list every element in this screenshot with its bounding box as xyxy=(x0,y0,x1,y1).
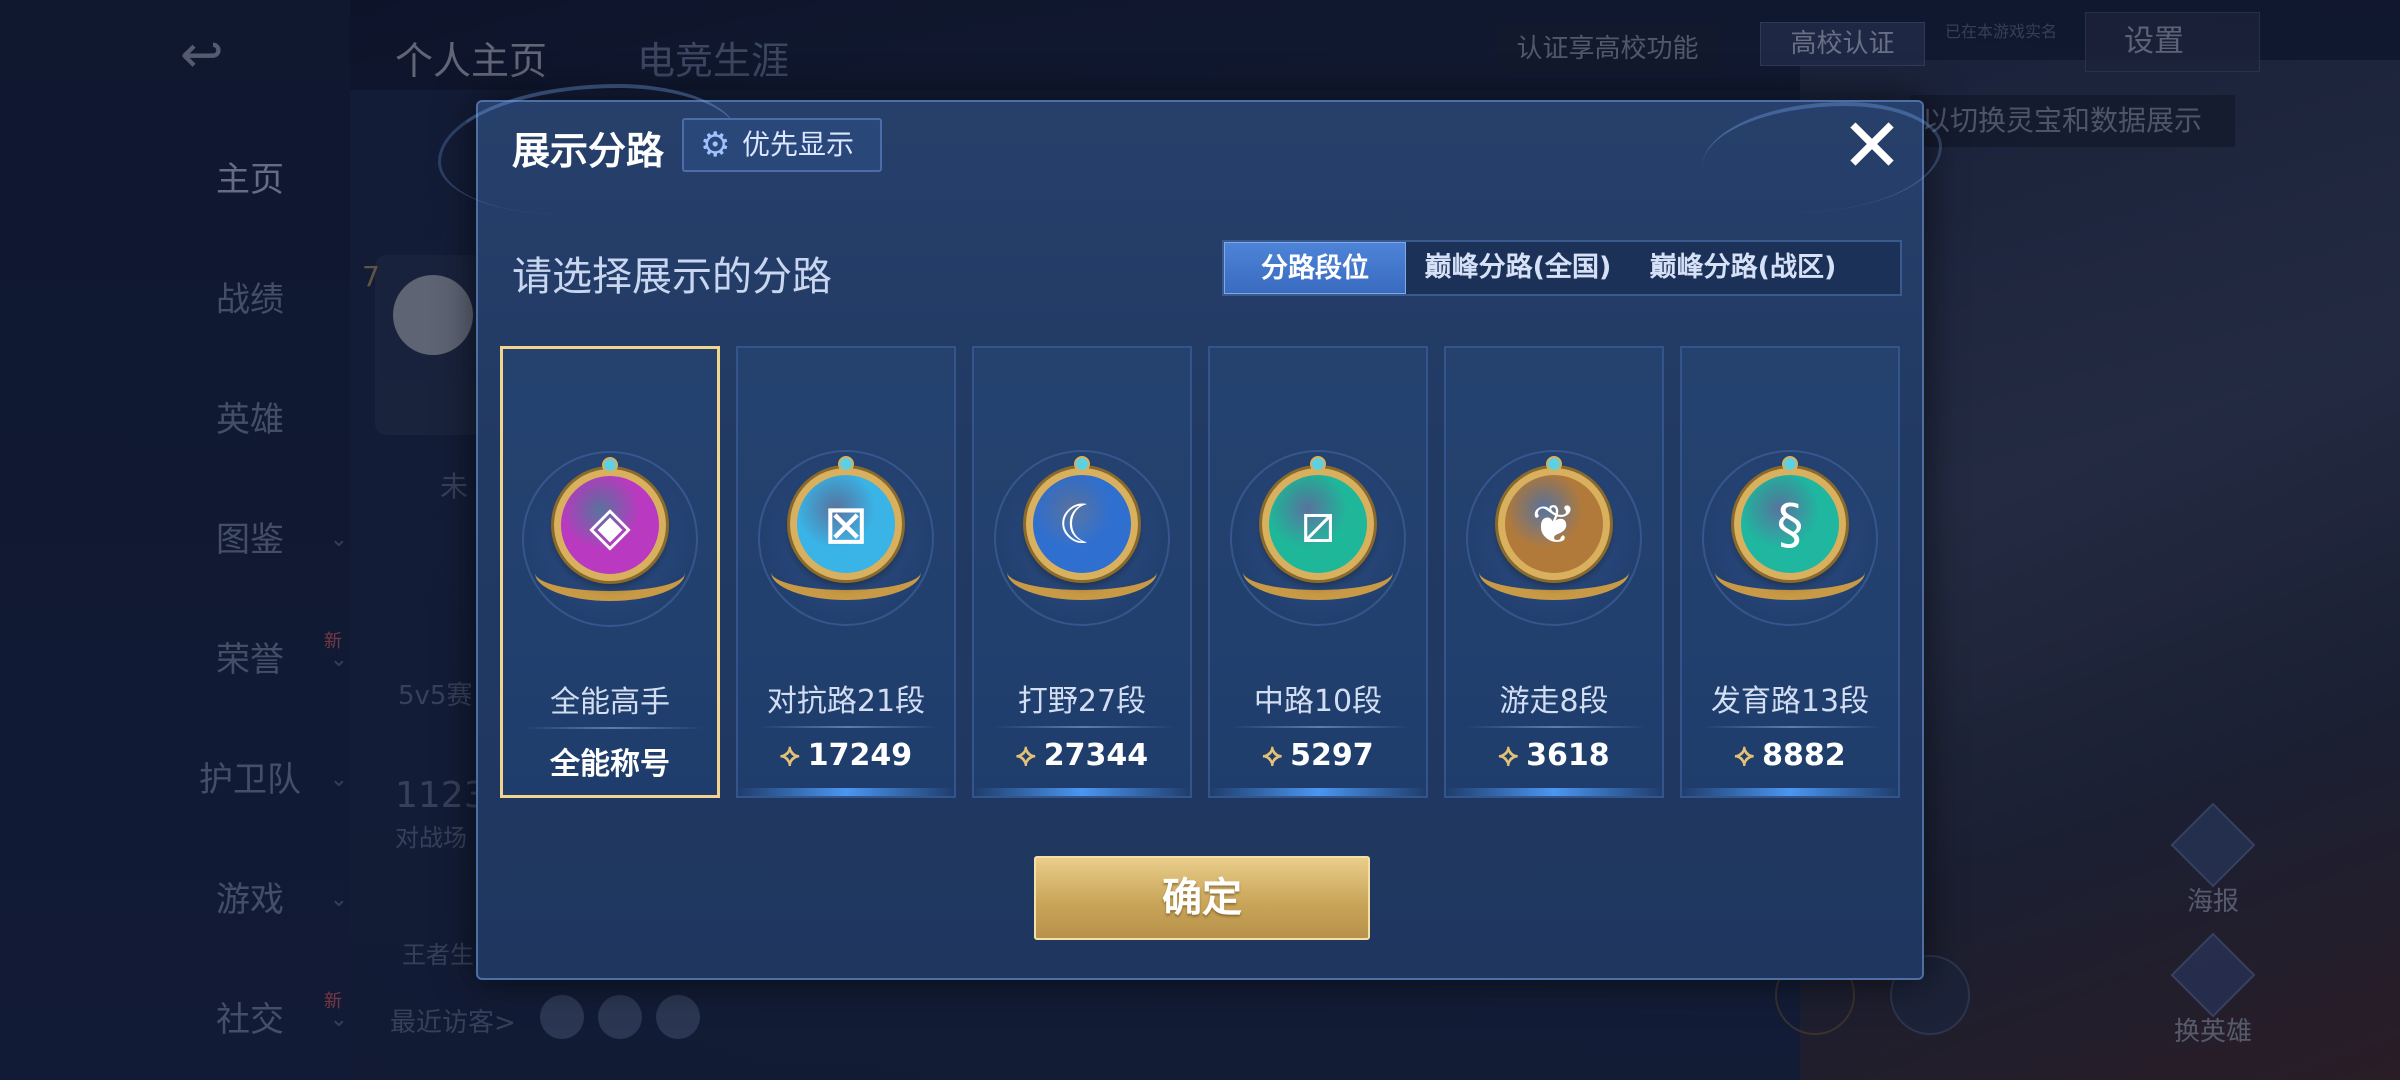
tab-lane-rank[interactable]: 分路段位 xyxy=(1224,242,1406,294)
lane-cards: ◈ 全能高手 全能称号 ⊠ 对抗路21段 ⟡ 17249 ☾ 打野27段 ⟡ 27344 ⧄ 中路10段… xyxy=(500,346,1906,798)
lane-card-value: ⟡ 3618 xyxy=(1446,738,1662,773)
lane-emblem-icon: ⊠ xyxy=(790,468,902,580)
dialog-title: 展示分路 xyxy=(512,129,665,173)
lane-card-value-text: 全能称号 xyxy=(550,747,670,782)
lane-card[interactable]: ◈ 全能高手全能称号 xyxy=(500,346,720,798)
lane-card-label: 全能高手 xyxy=(550,685,670,720)
emblem-gem xyxy=(1546,456,1562,472)
tab-peak-lane-region[interactable]: 巅峰分路(战区) xyxy=(1630,242,1856,294)
lane-card-label: 打野27段 xyxy=(1017,684,1147,719)
lane-emblem-icon: ◈ xyxy=(554,469,666,581)
priority-display-button[interactable]: ⚙ 优先显示 xyxy=(682,118,882,172)
lane-emblem-icon: ☾ xyxy=(1026,468,1138,580)
lane-type-tabs: 分路段位 巅峰分路(全国) 巅峰分路(战区) xyxy=(1222,240,1902,296)
lane-card-label: 对抗路21段 xyxy=(766,684,926,719)
rank-points-icon: ⟡ xyxy=(1498,738,1519,773)
lane-card-value: ⟡ 5297 xyxy=(1210,738,1426,773)
lane-emblem-icon: ❦ xyxy=(1498,468,1610,580)
divider xyxy=(758,726,938,728)
lane-emblem-icon: § xyxy=(1734,468,1846,580)
divider xyxy=(1466,726,1646,728)
lane-card-label: 发育路13段 xyxy=(1710,684,1870,719)
emblem-gem xyxy=(838,456,854,472)
emblem-gem xyxy=(1310,456,1326,472)
close-icon[interactable]: ✕ xyxy=(1836,109,1908,184)
divider xyxy=(1230,726,1410,728)
lane-card-label: 游走8段 xyxy=(1499,684,1609,719)
lane-card-label: 中路10段 xyxy=(1253,684,1383,719)
lane-card-value: ⟡ 27344 xyxy=(974,738,1190,773)
gear-icon: ⚙ xyxy=(700,125,731,165)
tab-peak-lane-national[interactable]: 巅峰分路(全国) xyxy=(1406,242,1630,294)
lane-card-value-text: 3618 xyxy=(1526,738,1610,773)
emblem-gem xyxy=(602,457,618,473)
divider xyxy=(523,727,703,729)
rank-points-icon: ⟡ xyxy=(1015,738,1036,773)
lane-card-value: ⟡ 17249 xyxy=(738,738,954,773)
rank-points-icon: ⟡ xyxy=(779,738,800,773)
lane-card-value-text: 5297 xyxy=(1290,738,1374,773)
rank-points-icon: ⟡ xyxy=(1262,738,1283,773)
rank-points-icon: ⟡ xyxy=(1734,738,1755,773)
divider xyxy=(1702,726,1882,728)
emblem-gem xyxy=(1782,456,1798,472)
lane-card-value-text: 17249 xyxy=(807,738,913,773)
lane-card-value: ⟡ 8882 xyxy=(1682,738,1898,773)
lane-card-value-text: 27344 xyxy=(1043,738,1149,773)
lane-card-value-text: 8882 xyxy=(1762,738,1846,773)
priority-display-label: 优先显示 xyxy=(742,128,855,161)
lane-card[interactable]: § 发育路13段 ⟡ 8882 xyxy=(1680,346,1900,798)
lane-card[interactable]: ⧄ 中路10段 ⟡ 5297 xyxy=(1208,346,1428,798)
lane-emblem-icon: ⧄ xyxy=(1262,468,1374,580)
lane-card[interactable]: ❦ 游走8段 ⟡ 3618 xyxy=(1444,346,1664,798)
dialog-subtitle: 请选择展示的分路 xyxy=(512,254,832,300)
lane-display-dialog: 展示分路 ⚙ 优先显示 ✕ 请选择展示的分路 分路段位 巅峰分路(全国) 巅峰分… xyxy=(438,84,1942,980)
lane-card[interactable]: ☾ 打野27段 ⟡ 27344 xyxy=(972,346,1192,798)
confirm-button[interactable]: 确定 xyxy=(1034,856,1370,940)
lane-card[interactable]: ⊠ 对抗路21段 ⟡ 17249 xyxy=(736,346,956,798)
lane-card-value: 全能称号 xyxy=(503,739,717,783)
emblem-gem xyxy=(1074,456,1090,472)
divider xyxy=(994,726,1174,728)
